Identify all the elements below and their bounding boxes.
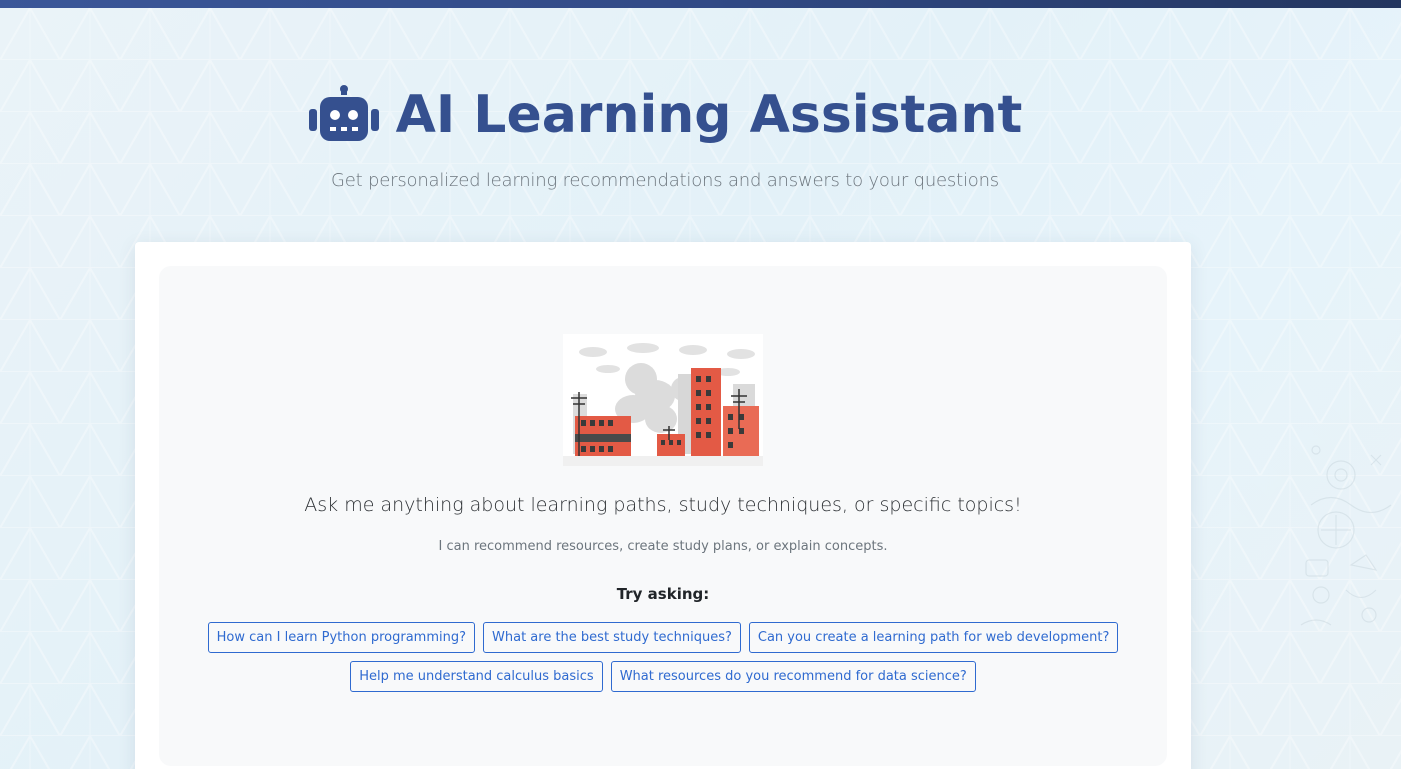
- doodle-decoration: [1300, 445, 1392, 626]
- suggestion-button-python[interactable]: How can I learn Python programming?: [207, 622, 476, 653]
- suggestion-row-2: Help me understand calculus basics What …: [159, 661, 1167, 692]
- welcome-heading: Ask me anything about learning paths, st…: [304, 494, 1022, 516]
- suggestion-button-study-techniques[interactable]: What are the best study techniques?: [483, 622, 741, 653]
- page-title: AI Learning Assistant: [395, 85, 1023, 145]
- page-subtitle: Get personalized learning recommendation…: [331, 170, 999, 191]
- chat-welcome-panel: Ask me anything about learning paths, st…: [159, 266, 1167, 766]
- robot-icon: [308, 85, 379, 141]
- suggestion-button-web-dev-path[interactable]: Can you create a learning path for web d…: [748, 622, 1119, 653]
- suggestion-button-data-science[interactable]: What resources do you recommend for data…: [610, 661, 976, 692]
- suggestion-button-calculus[interactable]: Help me understand calculus basics: [350, 661, 603, 692]
- chat-card: Ask me anything about learning paths, st…: [135, 242, 1191, 769]
- suggestion-row-1: How can I learn Python programming? What…: [159, 622, 1167, 653]
- page-header: AI Learning Assistant Get personalized l…: [0, 80, 1330, 191]
- ruined-city-illustration: [563, 334, 763, 466]
- title-row: AI Learning Assistant: [308, 80, 1023, 150]
- top-accent-bar: [0, 0, 1401, 8]
- try-asking-label: Try asking:: [616, 585, 710, 603]
- welcome-hint: I can recommend resources, create study …: [438, 539, 888, 554]
